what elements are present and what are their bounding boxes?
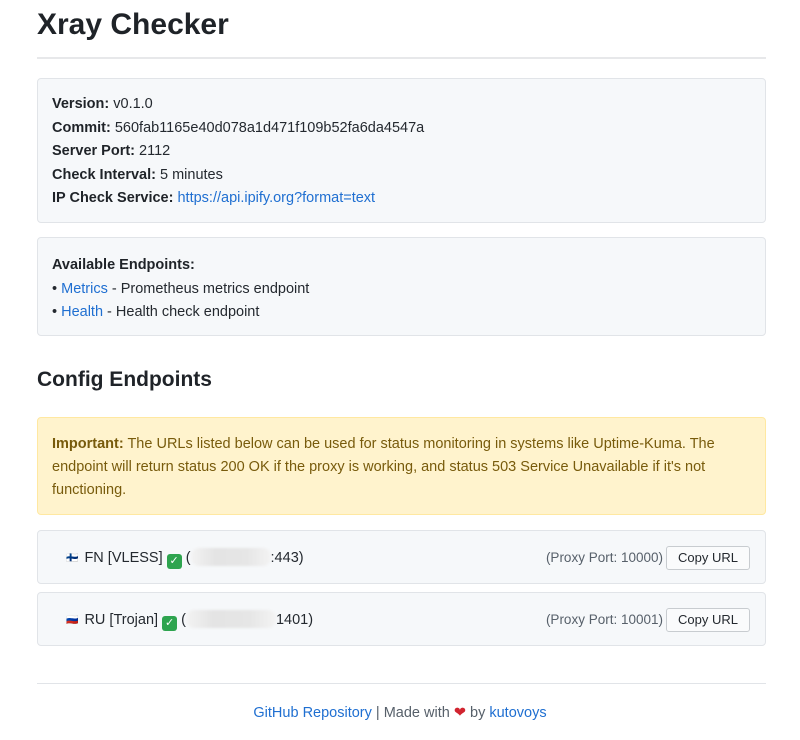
page-title: Xray Checker bbox=[37, 8, 229, 41]
important-notice: Important: The URLs listed below can be … bbox=[37, 417, 766, 515]
check-mark-icon: ✓ bbox=[162, 616, 178, 631]
proxy-port: (Proxy Port: 10000) bbox=[545, 550, 663, 565]
copy-url-button[interactable]: Copy URL bbox=[666, 608, 750, 632]
proxy-name: 🇫🇮 FN [VLESS] ✓ (:443) bbox=[66, 548, 304, 569]
author-link[interactable]: kutovoys bbox=[489, 705, 546, 721]
version-value: v0.1.0 bbox=[113, 96, 153, 112]
ip-check-row: IP Check Service: https://api.ipify.org?… bbox=[52, 190, 376, 206]
server-port-value: 2112 bbox=[139, 143, 171, 159]
notice-text: The URLs listed below can be used for st… bbox=[52, 436, 715, 498]
redacted-address bbox=[185, 610, 276, 628]
heart-icon: ❤ bbox=[453, 705, 466, 721]
endpoint-item-metrics: • Metrics - Prometheus metrics endpoint bbox=[52, 278, 751, 302]
commit-value: 560fab1165e40d078a1d471f109b52fa6da4547a bbox=[114, 119, 425, 136]
russia-flag-icon: 🇷🇺 bbox=[66, 615, 79, 626]
server-port-row: Server Port: 2112 bbox=[52, 143, 171, 159]
commit-row: Commit: 560fab1165e40d078a1d471f109b52fa… bbox=[52, 119, 425, 136]
health-desc: - Health check endpoint bbox=[103, 304, 260, 320]
redacted-address bbox=[190, 548, 271, 566]
check-mark-icon: ✓ bbox=[166, 554, 182, 569]
title-divider bbox=[37, 57, 766, 59]
proxy-port: (Proxy Port: 10001) bbox=[545, 612, 663, 627]
health-link[interactable]: Health bbox=[61, 304, 103, 320]
footer: GitHub Repository | Made with ❤ by kutov… bbox=[253, 705, 547, 721]
config-endpoints-heading: Config Endpoints bbox=[37, 368, 212, 391]
version-row: Version: v0.1.0 bbox=[52, 96, 153, 112]
endpoints-panel: Available Endpoints: • Metrics - Prometh… bbox=[37, 237, 766, 336]
proxy-name: 🇷🇺 RU [Trojan] ✓ (1401) bbox=[66, 610, 314, 631]
bullet: • bbox=[52, 304, 58, 320]
endpoint-item-health: • Health - Health check endpoint bbox=[52, 301, 751, 325]
notice-label: Important: bbox=[52, 436, 124, 452]
proxy-row: 🇫🇮 FN [VLESS] ✓ (:443) (Proxy Port: 10000… bbox=[37, 530, 766, 584]
ip-check-link[interactable]: https://api.ipify.org?format=text bbox=[177, 190, 375, 206]
check-interval-row: Check Interval: 5 minutes bbox=[52, 166, 223, 183]
copy-url-button[interactable]: Copy URL bbox=[666, 546, 750, 570]
finland-flag-icon: 🇫🇮 bbox=[66, 553, 79, 564]
footer-divider bbox=[37, 683, 766, 684]
metrics-link[interactable]: Metrics bbox=[61, 281, 108, 297]
github-repository-link[interactable]: GitHub Repository bbox=[253, 705, 371, 721]
proxy-row: 🇷🇺 RU [Trojan] ✓ (1401) (Proxy Port: 1000… bbox=[37, 592, 766, 646]
bullet: • bbox=[52, 280, 58, 297]
info-panel: Version: v0.1.0 Commit: 560fab1165e40d07… bbox=[37, 78, 766, 223]
endpoints-heading: Available Endpoints: bbox=[52, 257, 195, 273]
metrics-desc: - Prometheus metrics endpoint bbox=[107, 280, 310, 297]
check-interval-value: 5 minutes bbox=[160, 166, 223, 183]
